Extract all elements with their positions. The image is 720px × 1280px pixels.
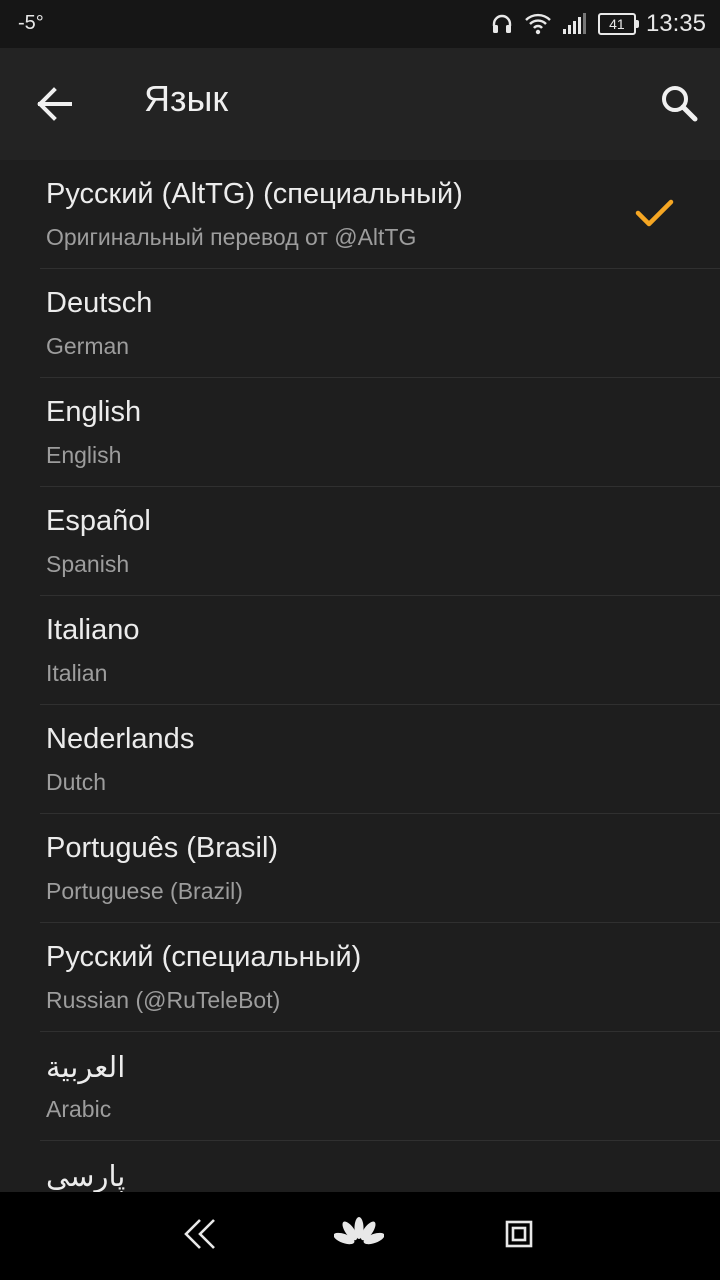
language-name: Deutsch xyxy=(46,287,153,319)
list-item[interactable]: پارسی xyxy=(40,1141,720,1192)
language-subtitle: Arabic xyxy=(46,1096,112,1122)
list-item[interactable]: Русский (AltTG) (специальный) Оригинальн… xyxy=(40,160,720,269)
navigation-bar xyxy=(0,1192,720,1280)
back-arrow-icon xyxy=(37,87,72,121)
language-name: English xyxy=(46,396,142,428)
status-bar: -5° 41 13:35 xyxy=(0,0,720,48)
search-button[interactable] xyxy=(656,80,702,126)
wifi-icon xyxy=(525,13,551,35)
list-item[interactable]: Español Spanish xyxy=(40,487,720,596)
list-item[interactable]: العربية Arabic xyxy=(40,1032,720,1141)
back-button[interactable] xyxy=(30,84,82,124)
list-item[interactable]: Nederlands Dutch xyxy=(40,705,720,814)
language-name: Español xyxy=(46,505,151,537)
checkmark-icon xyxy=(635,199,674,227)
language-name: العربية xyxy=(46,1052,126,1084)
battery-icon: 41 xyxy=(597,13,639,35)
list-item[interactable]: Português (Brasil) Portuguese (Brazil) xyxy=(40,814,720,923)
language-list: Русский (AltTG) (специальный) Оригинальн… xyxy=(0,160,720,1192)
temperature: -5° xyxy=(18,12,44,34)
nav-recents-icon[interactable] xyxy=(504,1214,534,1254)
clock: 13:35 xyxy=(645,10,706,37)
language-subtitle: Оригинальный перевод от @AltTG xyxy=(46,224,417,250)
language-name: Português (Brasil) xyxy=(46,832,279,864)
language-name: Italiano xyxy=(46,614,140,646)
list-item[interactable]: Italiano Italian xyxy=(40,596,720,705)
language-name: Nederlands xyxy=(46,723,195,755)
language-subtitle: Russian (@RuTeleBot) xyxy=(46,987,281,1013)
search-icon xyxy=(662,86,698,122)
list-item[interactable]: Русский (специальный) Russian (@RuTeleBo… xyxy=(40,923,720,1032)
language-name: Русский (AltTG) (специальный) xyxy=(46,178,463,210)
signal-icon xyxy=(562,13,586,34)
language-subtitle: English xyxy=(46,442,122,468)
language-subtitle: Portuguese (Brazil) xyxy=(46,878,243,904)
language-subtitle: Italian xyxy=(46,660,108,686)
language-subtitle: Spanish xyxy=(46,551,130,577)
language-subtitle: Dutch xyxy=(46,769,107,795)
headphones-icon xyxy=(492,14,512,33)
language-subtitle: German xyxy=(46,333,130,359)
page-title: Язык xyxy=(144,78,229,119)
nav-back-icon[interactable] xyxy=(180,1214,220,1254)
language-name: Русский (специальный) xyxy=(46,941,362,973)
nav-home-icon[interactable] xyxy=(334,1214,384,1254)
list-item[interactable]: English English xyxy=(40,378,720,487)
language-name: پارسی xyxy=(46,1161,126,1192)
status-icons: 41 13:35 xyxy=(490,9,706,39)
list-item[interactable]: Deutsch German xyxy=(40,269,720,378)
app-bar: Язык xyxy=(0,48,720,160)
